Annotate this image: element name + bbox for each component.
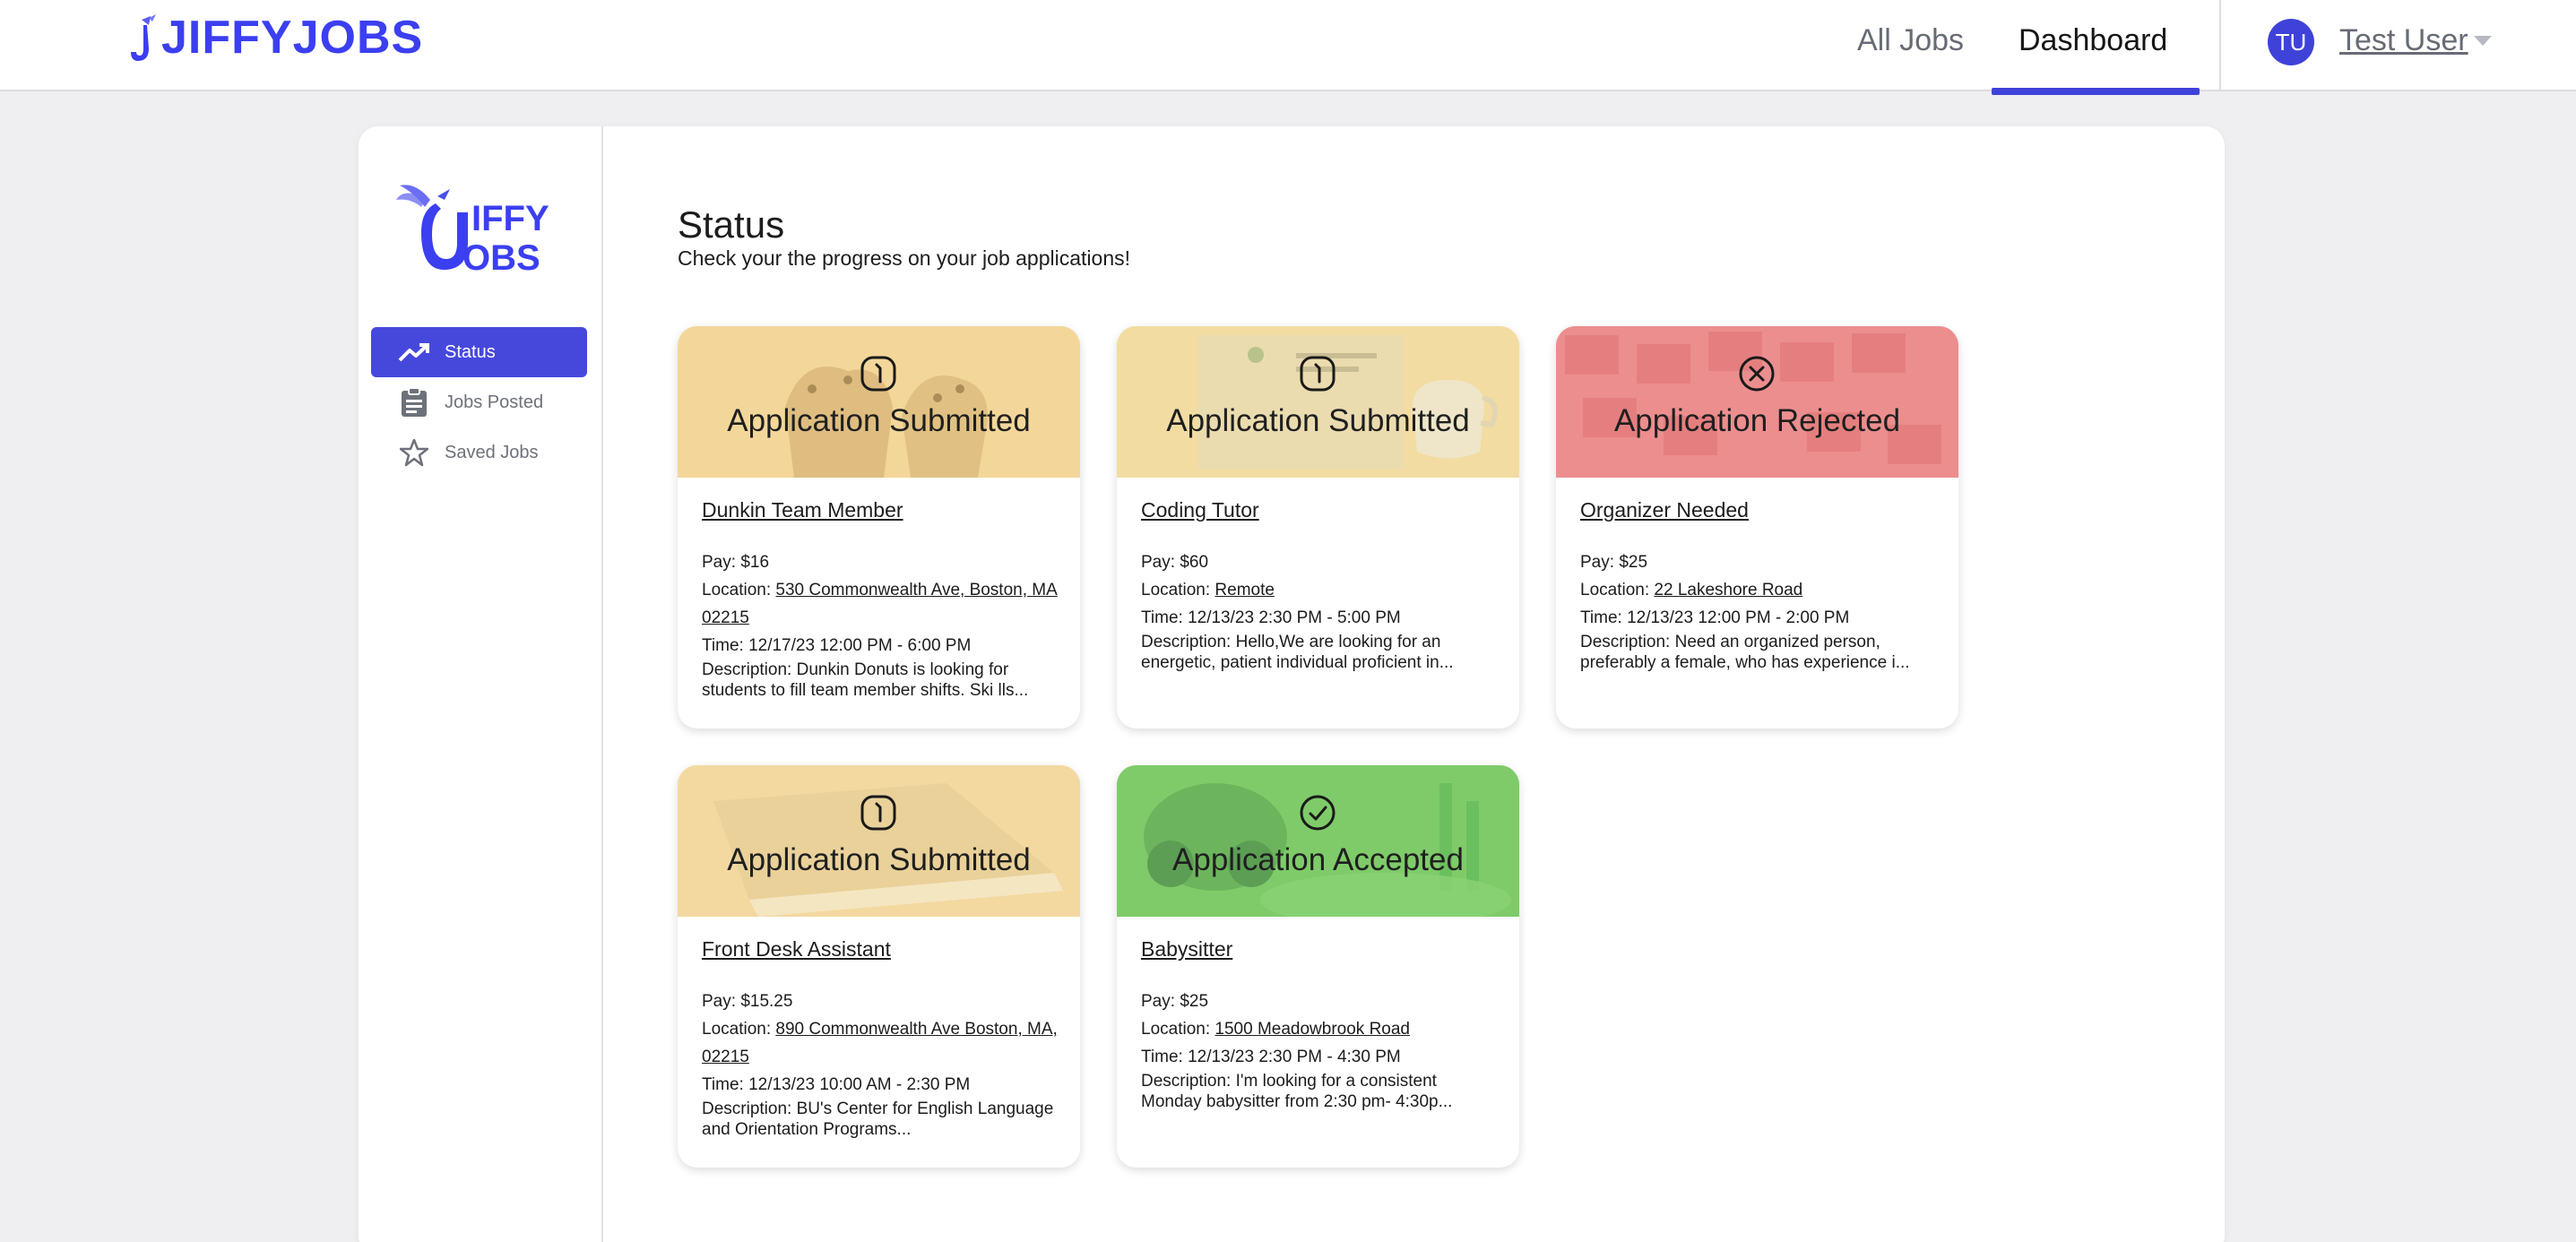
application-card: Application Submitted Coding Tutor Pay: … <box>1117 326 1519 729</box>
time-value: 12/13/23 10:00 AM - 2:30 PM <box>748 1075 971 1094</box>
description-label: Description: <box>702 660 792 679</box>
caret-down-icon[interactable] <box>2474 36 2492 46</box>
trending-up-icon <box>396 334 432 370</box>
location-link[interactable]: 22 Lakeshore Road <box>1654 581 1802 599</box>
check-circle-icon <box>1300 795 1336 831</box>
page-subtitle: Check your the progress on your job appl… <box>678 246 1131 270</box>
application-card: Application Accepted Babysitter Pay: $25… <box>1117 765 1519 1168</box>
time-label: Time: <box>702 1075 744 1094</box>
nav-active-indicator <box>1992 88 2200 95</box>
pay-value: $25 <box>1180 992 1209 1011</box>
hummingbird-icon <box>396 185 450 207</box>
time-label: Time: <box>1141 608 1183 627</box>
card-body: Front Desk Assistant Pay: $15.25 Locatio… <box>702 936 1060 1140</box>
status-banner: Application Submitted <box>1117 326 1519 478</box>
status-banner: Application Rejected <box>1556 326 1958 478</box>
svg-text:IFFY: IFFY <box>471 199 549 238</box>
star-icon <box>396 435 432 470</box>
banner-image <box>1556 326 1958 478</box>
pay-value: $16 <box>740 553 770 572</box>
description-label: Description: <box>702 1100 792 1118</box>
time-label: Time: <box>702 636 744 655</box>
application-card: Application Submitted Front Desk Assista… <box>678 765 1080 1168</box>
job-title-link[interactable]: Babysitter <box>1141 936 1500 962</box>
description-label: Description: <box>1141 1072 1232 1091</box>
card-body: Coding Tutor Pay: $60 Location: Remote T… <box>1141 496 1500 673</box>
pay-label: Pay: <box>1141 553 1176 572</box>
banner-image <box>678 765 1080 917</box>
job-title-link[interactable]: Dunkin Team Member <box>702 496 1060 523</box>
description-label: Description: <box>1141 633 1232 651</box>
card-body: Dunkin Team Member Pay: $16 Location: 53… <box>702 496 1060 701</box>
time-value: 12/13/23 2:30 PM - 4:30 PM <box>1188 1048 1401 1066</box>
job-title-link[interactable]: Coding Tutor <box>1141 496 1500 523</box>
nav-divider <box>2219 0 2221 91</box>
brand-name: JIFFYJOBS <box>161 12 424 64</box>
sidebar-item-status[interactable]: Status <box>371 327 587 377</box>
user-avatar[interactable]: TU <box>2268 19 2314 65</box>
location-label: Location: <box>702 1020 772 1039</box>
pay-label: Pay: <box>1141 992 1176 1011</box>
application-card: Application Rejected Organizer Needed Pa… <box>1556 326 1958 729</box>
status-banner: Application Submitted <box>678 765 1080 917</box>
time-value: 12/13/23 12:00 PM - 2:00 PM <box>1627 608 1850 627</box>
clock-icon <box>860 356 896 392</box>
x-circle-icon <box>1739 356 1775 392</box>
banner-image <box>1117 326 1519 478</box>
status-label: Application Rejected <box>1613 403 1901 438</box>
card-body: Babysitter Pay: $25 Location: 1500 Meado… <box>1141 936 1500 1112</box>
card-body: Organizer Needed Pay: $25 Location: 22 L… <box>1580 496 1939 673</box>
clipboard-icon <box>396 384 432 420</box>
svg-text:OBS: OBS <box>462 238 540 278</box>
banner-image <box>678 326 1080 478</box>
status-label: Application Submitted <box>727 403 1031 438</box>
location-label: Location: <box>1141 1020 1211 1039</box>
job-title-link[interactable]: Organizer Needed <box>1580 496 1939 523</box>
location-label: Location: <box>702 581 772 599</box>
pay-value: $15.25 <box>740 992 793 1011</box>
location-link[interactable]: Remote <box>1215 581 1275 599</box>
pay-label: Pay: <box>1580 553 1615 572</box>
sidebar-item-label: Jobs Posted <box>445 392 544 412</box>
status-label: Application Submitted <box>727 842 1031 877</box>
nav-all-jobs[interactable]: All Jobs <box>1857 20 1964 61</box>
user-menu-name[interactable]: Test User <box>2339 20 2468 61</box>
pay-label: Pay: <box>702 992 737 1011</box>
application-card: Application Submitted Dunkin Team Member… <box>678 326 1080 729</box>
time-label: Time: <box>1580 608 1622 627</box>
sidebar-divider <box>601 126 603 1242</box>
top-navbar: JIFFYJOBS All Jobs Dashboard TU Test Use… <box>0 0 2576 95</box>
location-link[interactable]: 1500 Meadowbrook Road <box>1215 1020 1410 1039</box>
brand-logo[interactable]: JIFFYJOBS <box>129 11 423 65</box>
page-title: Status <box>678 203 785 246</box>
sidebar-item-jobs-posted[interactable]: Jobs Posted <box>371 377 587 427</box>
sidebar-item-label: Saved Jobs <box>445 442 539 462</box>
pay-label: Pay: <box>702 553 737 572</box>
time-value: 12/17/23 12:00 PM - 6:00 PM <box>748 636 972 655</box>
time-label: Time: <box>1141 1048 1183 1066</box>
description-label: Description: <box>1580 633 1671 651</box>
status-label: Application Submitted <box>1166 403 1470 438</box>
nav-dashboard[interactable]: Dashboard <box>2018 20 2167 61</box>
job-title-link[interactable]: Front Desk Assistant <box>702 936 1060 962</box>
status-banner: Application Submitted <box>678 326 1080 478</box>
pay-value: $25 <box>1619 553 1648 572</box>
dashboard-panel: IFFY OBS Status Jobs Posted Saved Jobs S… <box>359 126 2225 1242</box>
pay-value: $60 <box>1180 553 1209 572</box>
banner-image <box>1117 765 1519 917</box>
hummingbird-logo-icon <box>131 14 156 61</box>
sidebar-logo: IFFY OBS <box>396 185 549 278</box>
sidebar-item-label: Status <box>445 341 496 362</box>
clock-icon <box>860 795 896 831</box>
status-banner: Application Accepted <box>1117 765 1519 917</box>
sidebar-item-saved-jobs[interactable]: Saved Jobs <box>371 427 587 478</box>
status-label: Application Accepted <box>1172 842 1464 877</box>
time-value: 12/13/23 2:30 PM - 5:00 PM <box>1188 608 1401 627</box>
location-label: Location: <box>1580 581 1650 599</box>
clock-icon <box>1300 356 1336 392</box>
location-label: Location: <box>1141 581 1211 599</box>
